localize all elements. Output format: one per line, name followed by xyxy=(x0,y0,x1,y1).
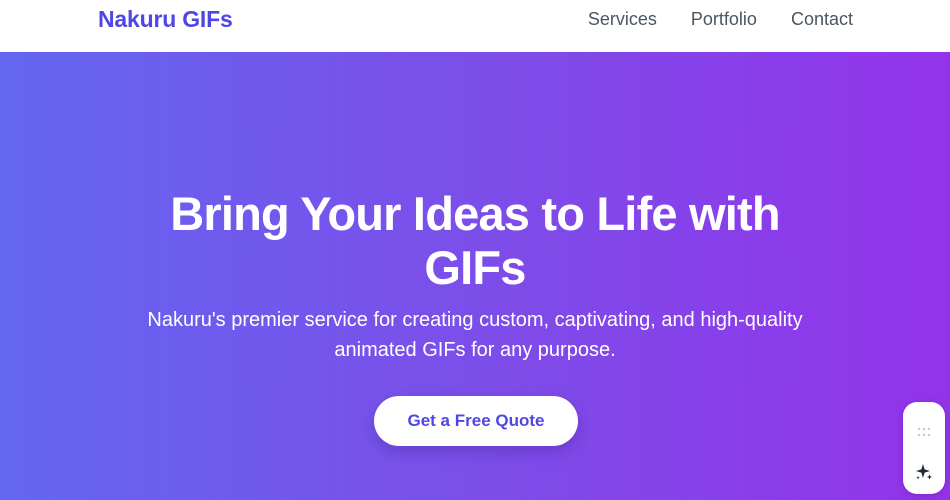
nav-link-services[interactable]: Services xyxy=(588,9,657,30)
hero-title-line-2: GIFs xyxy=(424,241,526,294)
drag-handle-icon[interactable] xyxy=(917,424,931,437)
hero-section: Bring Your Ideas to Life with GIFs Nakur… xyxy=(0,52,950,500)
hero-subtitle-line-1: Nakuru's premier service for creating cu… xyxy=(147,309,803,331)
nav-link-portfolio[interactable]: Portfolio xyxy=(691,9,757,30)
sparkle-icon[interactable] xyxy=(914,462,934,482)
hero-title: Bring Your Ideas to Life with GIFs xyxy=(100,187,850,295)
site-header: Nakuru GIFs Services Portfolio Contact xyxy=(0,0,950,52)
floating-widget xyxy=(903,402,945,494)
main-nav: Services Portfolio Contact xyxy=(588,9,853,30)
get-quote-button[interactable]: Get a Free Quote xyxy=(374,396,578,446)
nav-link-contact[interactable]: Contact xyxy=(791,9,853,30)
hero-subtitle-line-2: animated GIFs for any purpose. xyxy=(334,339,616,361)
hero-title-line-1: Bring Your Ideas to Life with xyxy=(170,187,780,240)
site-logo[interactable]: Nakuru GIFs xyxy=(98,6,233,33)
hero-subtitle: Nakuru's premier service for creating cu… xyxy=(95,305,855,365)
